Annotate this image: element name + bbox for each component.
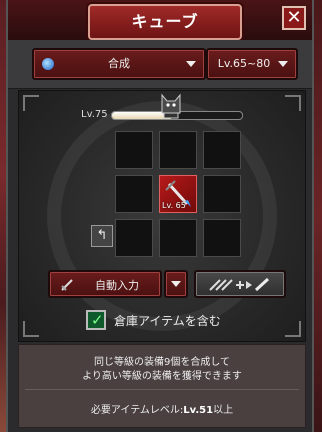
include-storage-label: 倉庫アイテムを含む: [114, 314, 221, 328]
grid-slot[interactable]: [115, 175, 153, 213]
grid-slot[interactable]: [115, 219, 153, 257]
required-item-level: 必要アイテムレベル:Lv.51以上: [19, 401, 305, 416]
combine-icon: [209, 277, 270, 292]
cat-mascot-icon: [161, 93, 181, 119]
chevron-down-icon: [278, 61, 288, 67]
required-level-prefix: 必要アイテムレベル:: [90, 405, 184, 416]
category-dropdown[interactable]: 合成: [32, 48, 206, 80]
sword-icon: [61, 279, 73, 291]
grid-slot[interactable]: [203, 175, 241, 213]
grid-slot-equipment[interactable]: Lv. 65: [159, 175, 197, 213]
checkmark-icon: ✓: [91, 311, 104, 329]
auto-input-dropdown[interactable]: [164, 270, 188, 298]
combine-button[interactable]: [194, 270, 286, 298]
info-box: 同じ等級の装備9個を合成して より高い等級の装備を獲得できます 必要アイテムレベ…: [18, 344, 306, 428]
info-description-line1: 同じ等級の装備9個を合成して: [93, 357, 231, 368]
divider: [25, 389, 299, 390]
title-bar: キューブ ✕: [8, 0, 312, 40]
level-range-value: Lv.65~80: [217, 57, 271, 70]
corner-ornament: [23, 321, 39, 337]
info-description-line2: より高い等級の装備を獲得できます: [82, 371, 242, 382]
level-range-dropdown[interactable]: Lv.65~80: [206, 48, 298, 80]
auto-input-label: 自動入力: [95, 279, 139, 292]
required-level-suffix: 以上: [213, 405, 234, 416]
window-title: キューブ: [131, 12, 199, 31]
title-ribbon: キューブ: [88, 4, 242, 40]
grid-slot[interactable]: [159, 219, 197, 257]
include-storage-checkbox[interactable]: ✓: [86, 310, 106, 330]
close-button[interactable]: ✕: [282, 6, 306, 30]
back-button[interactable]: ↰: [91, 225, 113, 247]
filter-bar: 合成 Lv.65~80: [8, 40, 312, 89]
chevron-down-icon: [186, 61, 196, 67]
grid-slot[interactable]: [115, 131, 153, 169]
grid-slot[interactable]: [203, 219, 241, 257]
back-arrow-icon: ↰: [96, 228, 108, 243]
auto-input-button[interactable]: 自動入力: [48, 270, 162, 298]
corner-ornament: [23, 95, 39, 111]
grid-slot[interactable]: [203, 131, 241, 169]
chevron-down-icon: [171, 281, 181, 287]
corner-ornament: [285, 95, 301, 111]
corner-ornament: [285, 321, 301, 337]
combine-grid: Lv. 65: [115, 131, 241, 257]
combine-panel: Lv.75 Lv. 65 ↰: [18, 90, 306, 342]
level-label: Lv.75: [81, 109, 108, 120]
required-level-value: Lv.51: [183, 405, 214, 416]
item-level-label: Lv. 65: [162, 201, 186, 210]
category-value: 合成: [108, 57, 130, 70]
grid-slot[interactable]: [159, 131, 197, 169]
cube-window: キューブ ✕ 合成 Lv.65~80 Lv.75 Lv. 65 ↰ 自動入力 ✓…: [6, 0, 314, 432]
